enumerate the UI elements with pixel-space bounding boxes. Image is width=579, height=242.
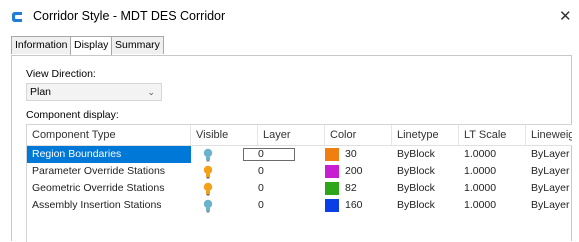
window-title: Corridor Style - MDT DES Corridor — [33, 9, 226, 23]
grid-header: Component Type Visible Layer Color Linet… — [27, 125, 572, 146]
component-display-label: Component display: — [26, 109, 119, 121]
linetype-cell[interactable]: ByBlock — [392, 197, 435, 214]
tab-summary[interactable]: Summary — [111, 36, 164, 54]
column-header-color[interactable]: Color — [325, 125, 392, 145]
color-swatch[interactable] — [325, 182, 339, 195]
close-icon[interactable]: ✕ — [559, 7, 572, 25]
component-type-cell: Parameter Override Stations — [32, 165, 166, 177]
color-swatch[interactable] — [325, 148, 339, 161]
layer-cell[interactable]: 0 — [253, 197, 264, 214]
view-direction-select[interactable]: Plan ⌄ — [26, 83, 162, 101]
table-row[interactable]: Region Boundaries 0 30 ByBlock 1.0000 By… — [27, 146, 572, 163]
display-panel: View Direction: Plan ⌄ Component display… — [11, 55, 572, 242]
color-swatch[interactable] — [325, 199, 339, 212]
color-value-cell: 30 — [345, 148, 357, 160]
chevron-down-icon: ⌄ — [147, 87, 155, 97]
view-direction-value: Plan — [30, 86, 52, 98]
view-direction-label: View Direction: — [26, 68, 96, 80]
linetype-cell[interactable]: ByBlock — [392, 163, 435, 180]
lineweight-cell[interactable]: ByLayer — [526, 197, 570, 214]
layer-cell[interactable]: 0 — [253, 163, 264, 180]
color-value-cell: 82 — [345, 182, 357, 194]
layer-cell-editor[interactable] — [243, 148, 295, 161]
title-bar: Corridor Style - MDT DES Corridor ✕ — [0, 0, 579, 34]
lt-scale-cell[interactable]: 1.0000 — [459, 180, 496, 197]
column-header-visible[interactable]: Visible — [191, 125, 258, 145]
lightbulb-on-icon[interactable] — [203, 182, 213, 196]
column-header-linetype[interactable]: Linetype — [392, 125, 459, 145]
layer-cell: 0 — [258, 148, 264, 160]
color-value-cell: 200 — [345, 165, 363, 177]
color-swatch[interactable] — [325, 165, 339, 178]
table-row[interactable]: Parameter Override Stations 0 200 ByBloc… — [27, 163, 572, 180]
component-type-cell: Assembly Insertion Stations — [32, 199, 162, 211]
lightbulb-on-icon[interactable] — [203, 165, 213, 179]
lightbulb-off-icon[interactable] — [203, 148, 213, 162]
lightbulb-off-icon[interactable] — [203, 199, 213, 213]
table-row[interactable]: Geometric Override Stations 0 82 ByBlock… — [27, 180, 572, 197]
tab-information[interactable]: Information — [11, 36, 72, 54]
lt-scale-cell[interactable]: 1.0000 — [459, 197, 496, 214]
civil3d-app-icon — [12, 12, 22, 22]
component-type-cell: Region Boundaries — [27, 146, 191, 163]
column-header-lineweight[interactable]: Lineweig — [526, 125, 572, 145]
component-type-cell: Geometric Override Stations — [32, 182, 165, 194]
lt-scale-cell[interactable]: 1.0000 — [459, 163, 496, 180]
linetype-cell[interactable]: ByBlock — [392, 146, 435, 163]
column-header-layer[interactable]: Layer — [258, 125, 325, 145]
column-header-lt-scale[interactable]: LT Scale — [459, 125, 526, 145]
linetype-cell[interactable]: ByBlock — [392, 180, 435, 197]
column-header-component-type[interactable]: Component Type — [27, 125, 191, 145]
tab-display[interactable]: Display — [70, 36, 113, 55]
layer-cell[interactable]: 0 — [253, 180, 264, 197]
lineweight-cell[interactable]: ByLayer — [526, 180, 570, 197]
lt-scale-cell[interactable]: 1.0000 — [459, 146, 496, 163]
table-row[interactable]: Assembly Insertion Stations 0 160 ByBloc… — [27, 197, 572, 214]
component-display-grid: Component Type Visible Layer Color Linet… — [26, 124, 572, 242]
color-value-cell: 160 — [345, 199, 363, 211]
lineweight-cell[interactable]: ByLayer — [526, 163, 570, 180]
lineweight-cell[interactable]: ByLayer — [526, 146, 570, 163]
